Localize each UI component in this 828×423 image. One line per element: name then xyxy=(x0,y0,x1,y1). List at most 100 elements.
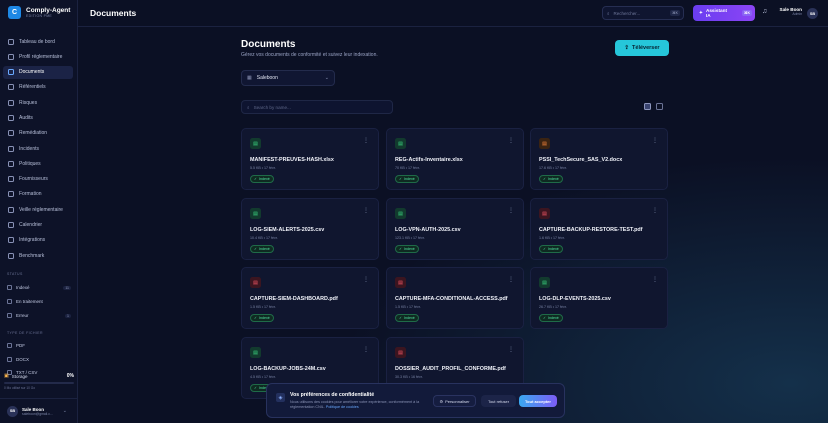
upload-button[interactable]: ⇪ Téléverser xyxy=(615,40,669,56)
sidebar-item-fournisseurs[interactable]: Fournisseurs xyxy=(3,173,73,186)
status-filter-count: 1 xyxy=(65,313,71,318)
status-filter[interactable]: Indexé 11 xyxy=(7,283,71,292)
more-options-icon[interactable]: ⋮ xyxy=(508,276,514,283)
more-options-icon[interactable]: ⋮ xyxy=(652,276,658,283)
clipboard-icon xyxy=(8,114,14,121)
sidebar-item-calendrier[interactable]: Calendrier xyxy=(3,219,73,232)
more-options-icon[interactable]: ⋮ xyxy=(652,137,658,144)
more-options-icon[interactable]: ⋮ xyxy=(508,207,514,214)
sidebar-item-rem-diation[interactable]: Remédiation xyxy=(3,127,73,140)
sidebar-item-veille-r-glementaire[interactable]: Veille réglementaire xyxy=(3,203,73,216)
status-badge: ✓ Indexé xyxy=(395,245,419,253)
chevron-down-icon: ⌄ xyxy=(324,75,329,81)
organization-select[interactable]: ▦ Saleboon ⌄ xyxy=(241,70,335,86)
status-filter[interactable]: Erreur 1 xyxy=(7,311,71,320)
sidebar-item-profil-r-glementaire[interactable]: Profil réglementaire xyxy=(3,50,73,63)
status-badge-label: Indexé xyxy=(259,316,270,320)
cookie-refuse-button[interactable]: Tout refuser xyxy=(481,395,516,407)
sidebar-user[interactable]: SB Sale Boon saleboon@gmail.c... ⌄ xyxy=(0,398,78,423)
xlsx-file-icon: ▤ xyxy=(395,138,406,149)
status-filter-count: 11 xyxy=(63,285,71,290)
cookie-customize-label: Personnaliser xyxy=(445,398,470,404)
sidebar-item-risques[interactable]: Risques xyxy=(3,96,73,109)
checkbox[interactable] xyxy=(7,299,12,304)
sidebar-item-benchmark[interactable]: Benchmark xyxy=(3,249,73,262)
status-filter[interactable]: En traitement xyxy=(7,297,71,306)
list-view-icon[interactable] xyxy=(656,103,663,110)
sidebar-item-formation[interactable]: Formation xyxy=(3,188,73,201)
more-options-icon[interactable]: ⋮ xyxy=(363,207,369,214)
more-options-icon[interactable]: ⋮ xyxy=(508,346,514,353)
grid-view-icon[interactable] xyxy=(644,103,651,110)
sidebar-item-audits[interactable]: Audits xyxy=(3,111,73,124)
storage-label: Storage xyxy=(11,373,28,379)
document-card[interactable]: ▤ ⋮ REG-Actifs-Inventaire.xlsx 70 KB • 17 f… xyxy=(386,128,524,190)
more-options-icon[interactable]: ⋮ xyxy=(508,137,514,144)
document-card[interactable]: ▤ ⋮ LOG-DLP-EVENTS-2025.csv 26.7 KB • 17 fé… xyxy=(530,267,668,329)
dashboard-icon xyxy=(8,38,14,45)
document-meta: 1.5 KB • 17 févr. xyxy=(395,305,421,309)
document-card[interactable]: ▤ ⋮ CAPTURE-MFA-CONDITIONAL-ACCESS.pdf 1.5 … xyxy=(386,267,524,329)
document-card[interactable]: ▤ ⋮ LOG-SIEM-ALERTS-2025.csv 10.4 KB • 17 f… xyxy=(241,198,379,260)
csv-file-icon: ▤ xyxy=(395,208,406,219)
chart-icon xyxy=(8,252,14,259)
more-options-icon[interactable]: ⋮ xyxy=(363,346,369,353)
sidebar-item-label: Profil réglementaire xyxy=(19,53,63,60)
brand[interactable]: C Comply-Agent EDITION PME xyxy=(8,6,70,19)
sidebar-item-int-grations[interactable]: Intégrations xyxy=(3,234,73,247)
ai-assistant-button[interactable]: ✦ Assistant IA ⌘K xyxy=(693,5,755,21)
global-search-input[interactable]: ⌕ Rechercher... ⌘K xyxy=(602,6,684,20)
storage-bar xyxy=(4,382,74,384)
view-toggle xyxy=(644,103,663,110)
document-card[interactable]: ▤ ⋮ CAPTURE-SIEM-DASHBOARD.pdf 1.5 KB • 17 … xyxy=(241,267,379,329)
document-search-input[interactable]: ⌕ Search by name... xyxy=(241,100,393,114)
document-card[interactable]: ▤ ⋮ MANIFEST-PREUVES-HASH.xlsx 5.5 KB • 17 … xyxy=(241,128,379,190)
more-options-icon[interactable]: ⋮ xyxy=(363,137,369,144)
sidebar-nav: Tableau de bord Profil réglementaire Docum… xyxy=(3,35,73,264)
sidebar-item-label: Incidents xyxy=(19,145,40,152)
document-meta: 70 KB • 17 févr. xyxy=(395,166,420,170)
checkbox[interactable] xyxy=(7,285,12,290)
document-meta: 1.6 KB • 17 févr. xyxy=(539,236,565,240)
checkbox[interactable] xyxy=(7,356,12,362)
document-meta: 4.5 KB • 17 févr. xyxy=(250,375,276,379)
document-name: DOSSIER_AUDIT_PROFIL_CONFORME.pdf xyxy=(395,366,506,372)
cookie-description: Nous utilisons des cookies pour améliore… xyxy=(290,400,428,409)
page-header-title: Documents xyxy=(90,8,137,18)
check-circle-icon: ✓ xyxy=(254,386,258,390)
sidebar-item-label: Veille réglementaire xyxy=(19,206,63,213)
upload-icon: ⇪ xyxy=(624,45,630,51)
checkbox[interactable] xyxy=(7,343,12,348)
more-options-icon[interactable]: ⋮ xyxy=(652,207,658,214)
cookie-accept-button[interactable]: Tout accepter xyxy=(519,395,557,407)
sidebar-item-label: Benchmark xyxy=(19,252,45,259)
wrench-icon xyxy=(8,130,14,137)
document-meta: 123.1 KB • 17 févr. xyxy=(395,236,425,240)
document-name: CAPTURE-BACKUP-RESTORE-TEST.pdf xyxy=(539,227,643,233)
status-badge-label: Indexé xyxy=(259,247,270,251)
cookie-customize-button[interactable]: ⚙ Personnaliser xyxy=(433,395,476,407)
sidebar-item-incidents[interactable]: Incidents xyxy=(3,142,73,155)
avatar: SB xyxy=(7,405,18,417)
status-badge: ✓ Indexé xyxy=(539,314,563,322)
chevron-down-icon: ⌄ xyxy=(62,408,67,414)
more-options-icon[interactable]: ⋮ xyxy=(363,276,369,283)
document-card[interactable]: ▤ ⋮ CAPTURE-BACKUP-RESTORE-TEST.pdf 1.6 KB … xyxy=(530,198,668,260)
xlsx-file-icon: ▤ xyxy=(250,138,261,149)
topbar-avatar[interactable]: SB xyxy=(807,8,818,19)
sidebar-item-politiques[interactable]: Politiques xyxy=(3,157,73,170)
type-filter[interactable]: DOCX xyxy=(7,355,71,364)
document-card[interactable]: ▤ ⋮ PSSI_TechSecure_SAS_V2.docx 17.6 KB • 1… xyxy=(530,128,668,190)
sidebar-item-r-f-rentiels[interactable]: Référentiels xyxy=(3,81,73,94)
document-name: MANIFEST-PREUVES-HASH.xlsx xyxy=(250,157,334,163)
sidebar-item-documents[interactable]: Documents xyxy=(3,65,73,79)
type-filter[interactable]: PDF xyxy=(7,341,71,350)
search-icon: ⌕ xyxy=(247,104,250,110)
document-card[interactable]: ▤ ⋮ LOG-VPN-AUTH-2025.csv 123.1 KB • 17 fév… xyxy=(386,198,524,260)
cookie-policy-link[interactable]: Politique de cookies xyxy=(326,405,359,409)
bell-icon[interactable]: ♫ xyxy=(762,8,770,17)
sidebar-item-tableau-de-bord[interactable]: Tableau de bord xyxy=(3,35,73,48)
csv-file-icon: ▤ xyxy=(539,277,550,288)
checkbox[interactable] xyxy=(7,313,12,318)
topbar-user[interactable]: Sale Boon Admin xyxy=(778,7,802,16)
